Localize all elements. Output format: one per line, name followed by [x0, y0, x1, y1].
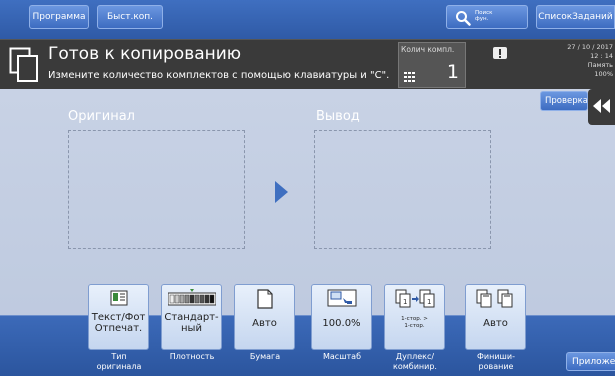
finishing-caption: Финиши- рование: [477, 352, 515, 371]
double-chevron-left-icon: [593, 99, 610, 113]
status-title: Готов к копированию: [48, 44, 242, 64]
duplex-value: 1-стор. > 1-стор.: [401, 316, 428, 329]
duplex-key[interactable]: 1 1 1-стор. > 1-стор.: [384, 284, 445, 350]
duplex-icon: 1 1: [395, 289, 434, 308]
original-type-key[interactable]: Текст/Фот Отпечат.: [88, 284, 149, 350]
time-text: 12 : 14: [590, 52, 613, 60]
collapse-panel-button[interactable]: [588, 89, 615, 125]
sets-count-value: 1: [446, 61, 459, 83]
arrow-right-icon: [275, 181, 288, 203]
date-time-panel: 27 / 10 / 2017 12 : 14 Память 100%: [533, 43, 613, 79]
density-caption: Плотность: [169, 352, 215, 361]
memory-label: Память: [587, 61, 613, 69]
search-icon: [456, 11, 471, 26]
paper-caption: Бумага: [249, 352, 281, 361]
text-photo-icon: [110, 290, 127, 306]
output-preview: [314, 130, 491, 249]
check-button[interactable]: Проверка: [540, 91, 588, 111]
original-type-value: Текст/Фот Отпечат.: [91, 312, 146, 334]
finishing-value: Авто: [483, 317, 508, 329]
search-function-button[interactable]: Поиск фун.: [446, 5, 528, 29]
original-type-caption: Тип оригинала: [96, 352, 142, 371]
copy-icon: [9, 47, 38, 82]
density-key[interactable]: Стандарт- ный: [161, 284, 222, 350]
finishing-icon: [476, 289, 512, 308]
paper-icon: [256, 289, 273, 309]
zoom-caption: Масштаб: [322, 352, 362, 361]
density-value: Стандарт- ный: [164, 312, 219, 334]
zoom-key[interactable]: 100.0%: [311, 284, 372, 350]
original-label: Оригинал: [68, 109, 135, 124]
zoom-value: 100.0%: [322, 317, 361, 329]
search-label: Поиск фун.: [475, 10, 493, 22]
original-preview: [68, 130, 245, 249]
svg-text:1: 1: [403, 298, 407, 306]
status-message: Измените количество комплектов с помощью…: [48, 70, 390, 81]
finishing-key[interactable]: Авто: [465, 284, 526, 350]
fast-copy-button[interactable]: Быст.коп.: [97, 5, 163, 29]
sets-count-label: Колич компл.: [401, 45, 455, 54]
paper-value: Авто: [252, 317, 277, 329]
paper-key[interactable]: Авто: [234, 284, 295, 350]
date-text: 27 / 10 / 2017: [567, 43, 613, 51]
duplex-caption: Дуплекс/ комбинир.: [393, 352, 437, 371]
sets-count-field[interactable]: Колич компл. 1: [398, 42, 466, 88]
top-bar: Программа Быст.коп. Поиск фун. СписокЗад…: [0, 0, 615, 39]
application-button[interactable]: Приложение: [566, 352, 615, 371]
zoom-icon: [327, 289, 356, 307]
warning-icon[interactable]: [492, 45, 508, 61]
svg-text:1: 1: [427, 298, 431, 306]
output-label: Вывод: [316, 109, 360, 124]
density-icon: [167, 289, 216, 306]
program-button[interactable]: Программа: [29, 5, 89, 29]
keypad-icon: [404, 72, 415, 82]
memory-value: 100%: [594, 70, 613, 78]
status-bar: Готов к копированию Измените количество …: [0, 39, 615, 89]
job-list-button[interactable]: СписокЗаданий: [536, 5, 615, 29]
